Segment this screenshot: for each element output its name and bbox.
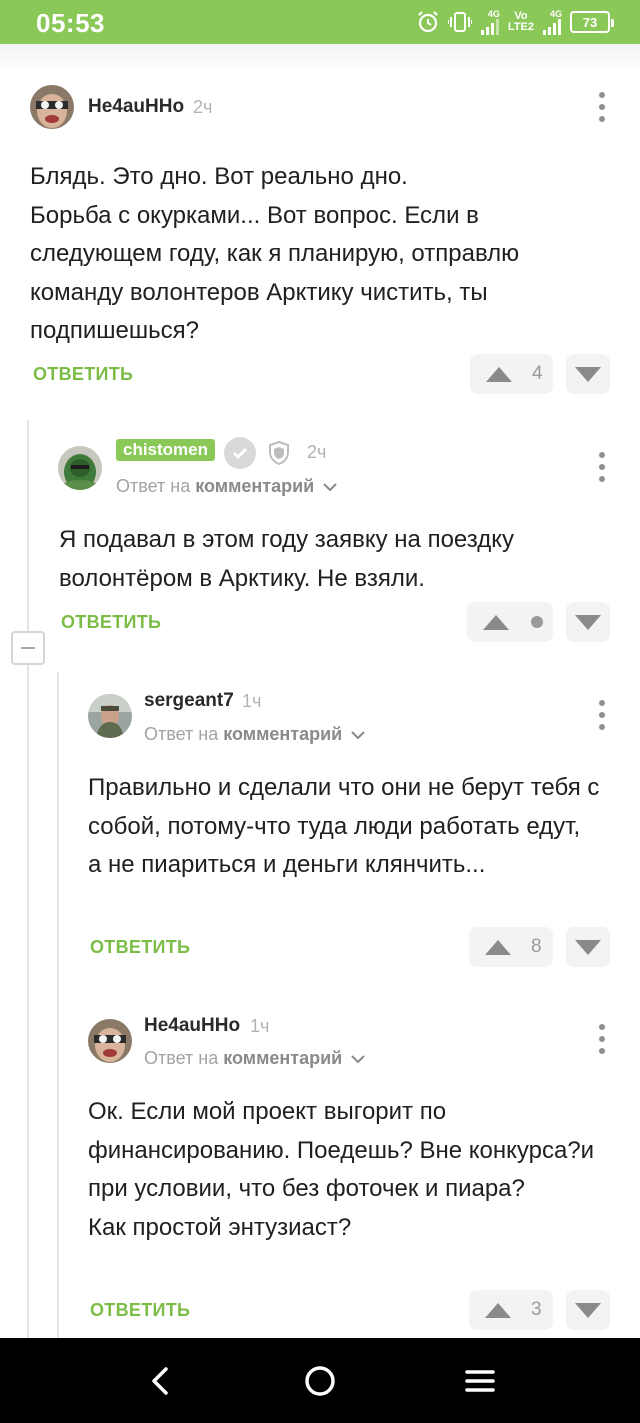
vibrate-icon: [447, 11, 472, 33]
rating-hidden-dot: [531, 616, 543, 628]
comment-time: 2ч: [307, 442, 327, 462]
arrow-up-icon: [485, 939, 511, 955]
chevron-down-icon: [351, 731, 365, 740]
avatar[interactable]: [88, 1019, 132, 1063]
more-options-icon[interactable]: [592, 700, 612, 730]
thread-line: [57, 672, 59, 1338]
comment-text: Правильно и сделали что они не берут теб…: [88, 774, 600, 878]
arrow-down-icon: [575, 366, 601, 382]
reply-to-link[interactable]: Ответ на комментарий: [144, 724, 365, 745]
chevron-down-icon: [351, 1055, 365, 1064]
signal-sim1-icon: 4G: [480, 9, 500, 35]
arrow-down-icon: [575, 939, 601, 955]
volte-indicator: Vo LTE2: [507, 10, 534, 33]
comment-time: 1ч: [250, 1016, 270, 1036]
menu-lines-icon: [465, 1369, 495, 1392]
comment-author[interactable]: He4auHHo: [144, 1015, 240, 1037]
avatar[interactable]: [88, 694, 132, 738]
reply-button[interactable]: ОТВЕТИТЬ: [33, 364, 133, 385]
reply-to-link[interactable]: Ответ на комментарий: [116, 476, 337, 497]
rating-value: 3: [531, 1299, 542, 1320]
status-time: 05:53: [36, 8, 105, 38]
status-icons: 4G Vo LTE2 4G 73: [416, 9, 614, 35]
arrow-up-icon: [485, 1302, 511, 1318]
more-options-icon[interactable]: [592, 452, 612, 482]
downvote-button[interactable]: [566, 1290, 610, 1330]
signal-sim2-icon: 4G: [542, 9, 562, 35]
comment-author[interactable]: He4auHHo: [88, 96, 184, 118]
shield-icon: [267, 440, 291, 471]
system-navigation-bar: [0, 1338, 640, 1423]
alarm-icon: [416, 10, 440, 34]
back-button[interactable]: [120, 1338, 200, 1423]
arrow-down-icon: [575, 614, 601, 630]
reply-button[interactable]: ОТВЕТИТЬ: [61, 612, 161, 633]
avatar[interactable]: [30, 85, 74, 129]
chevron-down-icon: [323, 483, 337, 492]
home-button[interactable]: [280, 1338, 360, 1423]
recents-button[interactable]: [440, 1338, 520, 1423]
thread-line: [27, 420, 29, 631]
comment-time: 2ч: [193, 97, 213, 117]
status-bar: 05:53 4G Vo LTE2 4G 73: [0, 0, 640, 44]
battery-icon: 73: [570, 11, 614, 33]
reply-button[interactable]: ОТВЕТИТЬ: [90, 937, 190, 958]
comment-author[interactable]: sergeant7: [144, 690, 234, 712]
upvote-button[interactable]: 4: [470, 354, 553, 394]
comment-author[interactable]: chistomen: [116, 439, 216, 461]
reply-button[interactable]: ОТВЕТИТЬ: [90, 1300, 190, 1321]
header-shadow: [0, 44, 640, 70]
rating-value: 8: [531, 936, 542, 957]
more-options-icon[interactable]: [592, 92, 612, 122]
back-chevron-icon: [152, 1366, 168, 1395]
comment-time: 1ч: [242, 691, 262, 711]
comment-text: Ок. Если мой проект выгорит по финансиро…: [88, 1098, 595, 1241]
upvote-button[interactable]: 3: [469, 1290, 553, 1330]
comment-text: Я подавал в этом году заявку на поездку …: [59, 526, 514, 592]
downvote-button[interactable]: [566, 354, 610, 394]
verified-check-icon: [224, 437, 256, 469]
downvote-button[interactable]: [566, 927, 610, 967]
avatar[interactable]: [58, 446, 102, 490]
arrow-up-icon: [486, 366, 512, 382]
upvote-button[interactable]: [467, 602, 553, 642]
arrow-up-icon: [483, 614, 509, 630]
arrow-down-icon: [575, 1302, 601, 1318]
home-circle-icon: [305, 1365, 335, 1396]
battery-level: 73: [582, 14, 598, 30]
rating-value: 4: [532, 363, 543, 384]
downvote-button[interactable]: [566, 602, 610, 642]
more-options-icon[interactable]: [592, 1024, 612, 1054]
thread-line: [27, 665, 29, 1338]
comment-text: Блядь. Это дно. Вот реально дно. Борьба …: [30, 163, 520, 344]
collapse-thread-button[interactable]: [11, 631, 45, 665]
upvote-button[interactable]: 8: [469, 927, 553, 967]
reply-to-link[interactable]: Ответ на комментарий: [144, 1048, 365, 1069]
